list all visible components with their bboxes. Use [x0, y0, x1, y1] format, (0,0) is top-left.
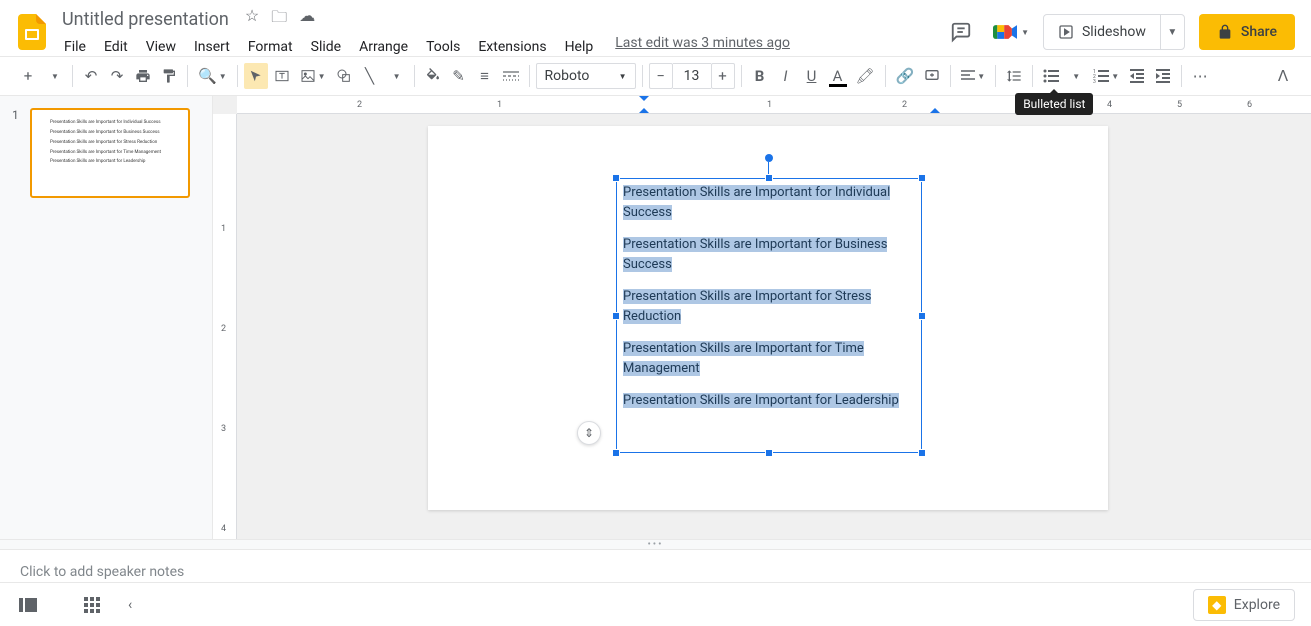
menu-tools[interactable]: Tools: [418, 35, 468, 59]
svg-text:3: 3: [1093, 79, 1096, 83]
share-label: Share: [1241, 24, 1277, 40]
border-color-button[interactable]: ✎: [447, 63, 471, 89]
collapse-toolbar-button[interactable]: ᐱ: [1271, 63, 1295, 89]
print-button[interactable]: [131, 63, 155, 89]
bulleted-list-caret[interactable]: ▼: [1063, 63, 1087, 89]
more-button[interactable]: ⋯: [1188, 63, 1212, 89]
undo-button[interactable]: ↶: [79, 63, 103, 89]
highlight-button[interactable]: 🖍: [852, 63, 879, 89]
line-spacing-button[interactable]: [1002, 63, 1026, 89]
resize-handle-tl[interactable]: [612, 174, 620, 182]
slide-canvas[interactable]: Presentation Skills are Important for In…: [428, 126, 1108, 510]
slideshow-label: Slideshow: [1082, 24, 1146, 40]
last-edit-link[interactable]: Last edit was 3 minutes ago: [615, 35, 790, 59]
resize-handle-tm[interactable]: [765, 174, 773, 182]
font-size-decrease[interactable]: −: [649, 63, 673, 89]
text-color-button[interactable]: A: [826, 63, 850, 89]
explore-label: Explore: [1234, 597, 1280, 613]
slideshow-button[interactable]: Slideshow: [1044, 24, 1160, 40]
font-size-increase[interactable]: +: [711, 63, 735, 89]
meet-icon[interactable]: ▼: [993, 14, 1029, 50]
menu-slide[interactable]: Slide: [303, 35, 349, 59]
slideshow-button-group: Slideshow ▼: [1043, 14, 1185, 50]
resize-handle-tr[interactable]: [918, 174, 926, 182]
resize-handle-bl[interactable]: [612, 449, 620, 457]
menu-view[interactable]: View: [138, 35, 184, 59]
redo-button[interactable]: ↷: [105, 63, 129, 89]
menu-file[interactable]: File: [56, 35, 94, 59]
slides-logo[interactable]: [12, 12, 52, 52]
font-size-value[interactable]: 13: [673, 63, 711, 89]
resize-handle-ml[interactable]: [612, 312, 620, 320]
menu-format[interactable]: Format: [240, 35, 301, 59]
link-button[interactable]: 🔗: [892, 63, 919, 89]
menu-arrange[interactable]: Arrange: [351, 35, 416, 59]
paint-format-button[interactable]: [157, 63, 181, 89]
slide-thumbnail-1[interactable]: Presentation Skills are Important for In…: [30, 108, 190, 198]
canvas-area[interactable]: 2 1 1 2 3 4 5 6 1 2 3 4: [213, 96, 1311, 539]
resize-handle-mr[interactable]: [918, 312, 926, 320]
textbox-tool[interactable]: [270, 63, 294, 89]
slide-panel: 1 Presentation Skills are Important for …: [0, 96, 213, 539]
line-caret[interactable]: ▼: [384, 63, 408, 89]
shape-tool[interactable]: [332, 63, 356, 89]
bulleted-list-button[interactable]: [1039, 63, 1063, 89]
border-weight-button[interactable]: ≡: [473, 63, 497, 89]
notes-divider[interactable]: •••: [0, 539, 1311, 549]
cloud-status-icon[interactable]: ☁: [299, 6, 315, 33]
new-slide-caret[interactable]: ▼: [42, 63, 66, 89]
indent-increase-button[interactable]: [1151, 63, 1175, 89]
menu-help[interactable]: Help: [557, 35, 602, 59]
font-size-control: − 13 +: [649, 63, 735, 89]
bottom-bar: ‹ ◆ Explore: [0, 582, 1311, 626]
bold-button[interactable]: B: [748, 63, 772, 89]
new-slide-button[interactable]: +: [16, 63, 40, 89]
rotate-handle[interactable]: [765, 154, 773, 162]
toolbar: + ▼ ↶ ↷ 🔍▼ ▼ ╲ ▼ ✎ ≡ Roboto▼ − 13 + B I …: [0, 56, 1311, 96]
font-family-select[interactable]: Roboto▼: [536, 63, 636, 89]
border-dash-button[interactable]: [499, 63, 523, 89]
bulleted-list-tooltip: Bulleted list: [1015, 93, 1093, 115]
menu-insert[interactable]: Insert: [186, 35, 238, 59]
image-tool[interactable]: ▼: [296, 63, 330, 89]
italic-button[interactable]: I: [774, 63, 798, 89]
underline-button[interactable]: U: [800, 63, 824, 89]
align-button[interactable]: ▼: [957, 63, 989, 89]
horizontal-ruler[interactable]: 2 1 1 2 3 4 5 6: [237, 96, 1311, 114]
filmstrip-view-icon[interactable]: [16, 593, 40, 617]
slideshow-caret[interactable]: ▼: [1160, 15, 1184, 49]
indent-decrease-button[interactable]: [1125, 63, 1149, 89]
numbered-list-button[interactable]: 123▼: [1089, 63, 1123, 89]
move-icon[interactable]: 🗀: [271, 6, 287, 33]
comment-button[interactable]: [920, 63, 944, 89]
title-area: Untitled presentation ☆ 🗀 ☁ File Edit Vi…: [56, 6, 790, 59]
select-tool[interactable]: [244, 63, 268, 89]
main-area: 1 Presentation Skills are Important for …: [0, 96, 1311, 539]
document-title[interactable]: Untitled presentation: [56, 7, 235, 32]
zoom-button[interactable]: 🔍▼: [194, 63, 231, 89]
line-tool[interactable]: ╲: [358, 63, 382, 89]
comments-icon[interactable]: [943, 14, 979, 50]
textbox-selected[interactable]: Presentation Skills are Important for In…: [616, 178, 922, 453]
menu-bar: File Edit View Insert Format Slide Arran…: [56, 35, 790, 59]
textbox-content[interactable]: Presentation Skills are Important for In…: [617, 179, 921, 428]
explore-button[interactable]: ◆ Explore: [1193, 589, 1295, 621]
grid-view-icon[interactable]: [80, 593, 104, 617]
resize-handle-br[interactable]: [918, 449, 926, 457]
collapse-panel-icon[interactable]: ‹: [128, 597, 132, 613]
slide-number: 1: [12, 108, 22, 527]
menu-edit[interactable]: Edit: [96, 35, 136, 59]
autofit-icon[interactable]: ⇕: [577, 421, 601, 445]
share-button[interactable]: Share: [1199, 14, 1295, 50]
app-header: Untitled presentation ☆ 🗀 ☁ File Edit Vi…: [0, 0, 1311, 56]
star-icon[interactable]: ☆: [245, 6, 259, 33]
explore-icon: ◆: [1208, 596, 1226, 614]
menu-extensions[interactable]: Extensions: [470, 35, 554, 59]
resize-handle-bm[interactable]: [765, 449, 773, 457]
vertical-ruler[interactable]: 1 2 3 4: [213, 114, 237, 539]
fill-color-button[interactable]: [421, 63, 445, 89]
